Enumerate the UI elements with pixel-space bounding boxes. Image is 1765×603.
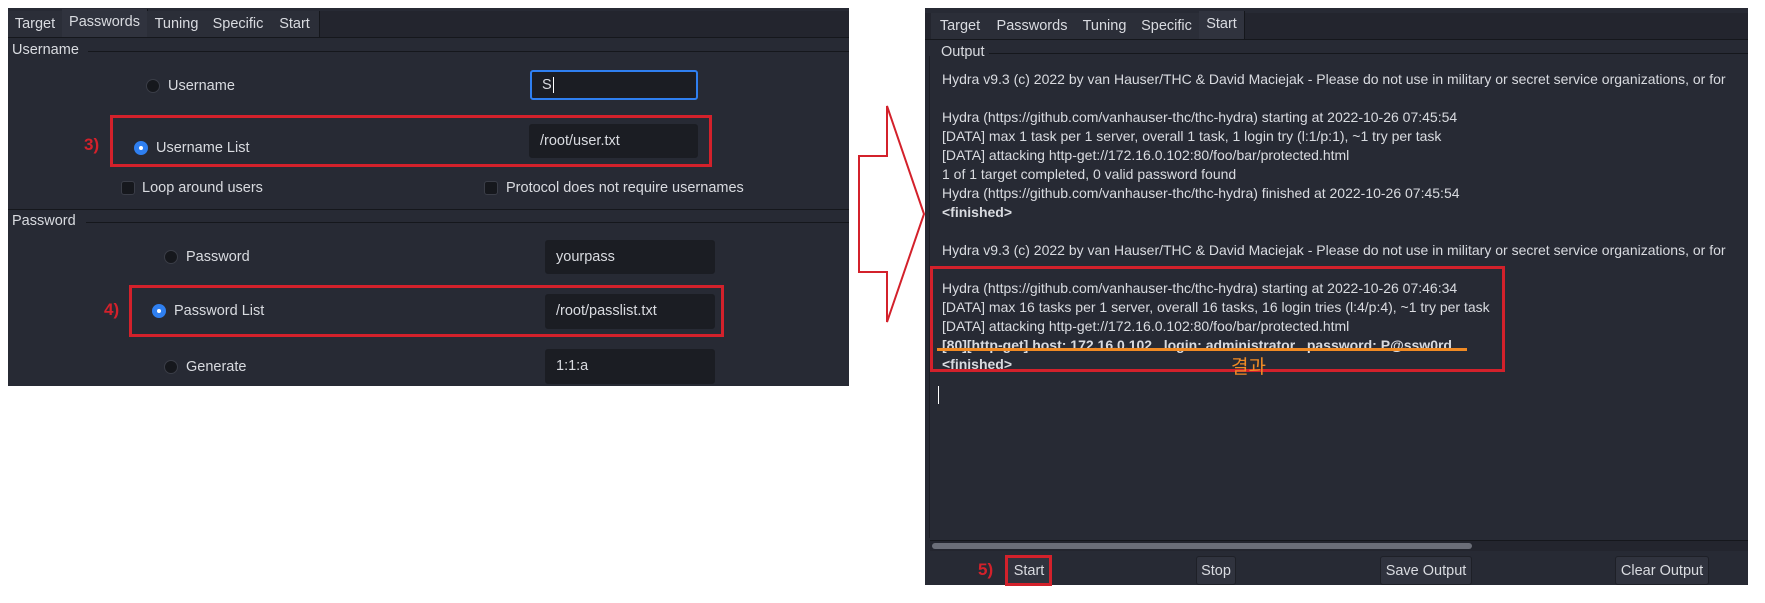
stop-button[interactable]: Stop (1196, 556, 1236, 585)
scrollbar-thumb[interactable] (932, 543, 1472, 549)
output-line: <finished> (942, 204, 1013, 220)
password-group-label: Password (12, 213, 76, 229)
generate-radio[interactable] (164, 360, 178, 374)
clear-output-button[interactable]: Clear Output (1615, 556, 1709, 585)
tab-tuning[interactable]: Tuning (147, 11, 207, 37)
username-value: S (542, 77, 552, 93)
tab-start[interactable]: Start (1199, 11, 1245, 39)
protocol-no-usernames-label: Protocol does not require usernames (506, 180, 744, 196)
output-line: [DATA] attacking http-get://172.16.0.102… (942, 147, 1350, 163)
generate-radio-label: Generate (186, 359, 247, 375)
tab-start[interactable]: Start (270, 11, 320, 37)
loop-around-users-checkbox[interactable] (121, 181, 135, 195)
tab-bar: Target Passwords Tuning Specific Start (8, 9, 849, 38)
output-group-divider (989, 53, 1748, 54)
step5-label: 5) (978, 560, 994, 579)
username-group-label: Username (12, 42, 79, 58)
output-line: [DATA] max 1 task per 1 server, overall … (942, 128, 1442, 144)
result-underline (937, 348, 1467, 351)
tab-target[interactable]: Target (8, 11, 63, 37)
tab-bar: Target Passwords Tuning Specific Start (925, 11, 1748, 40)
output-line: Hydra (https://github.com/vanhauser-thc/… (942, 185, 1460, 201)
generate-input[interactable]: 1:1:a (545, 349, 715, 384)
step4-label: 4) (104, 300, 120, 319)
horizontal-scrollbar[interactable] (930, 540, 1748, 551)
loop-around-users-label: Loop around users (142, 180, 263, 196)
tab-passwords[interactable]: Passwords (62, 9, 148, 37)
tab-specific[interactable]: Specific (1134, 13, 1200, 39)
output-line: Hydra v9.3 (c) 2022 by van Hauser/THC & … (942, 71, 1726, 87)
group-separator (8, 209, 849, 210)
right-arrow-icon (858, 105, 926, 323)
username-input[interactable]: S (530, 70, 698, 100)
protocol-no-usernames-checkbox[interactable] (484, 181, 498, 195)
password-input[interactable]: yourpass (545, 240, 715, 274)
output-line: Hydra v9.3 (c) 2022 by van Hauser/THC & … (942, 242, 1726, 258)
output-line: 1 of 1 target completed, 0 valid passwor… (942, 166, 1237, 182)
step4-highlight-box (129, 285, 724, 337)
username-radio-label: Username (168, 78, 235, 94)
text-cursor (938, 386, 939, 404)
password-radio-label: Password (186, 249, 250, 265)
output-line: Hydra (https://github.com/vanhauser-thc/… (942, 109, 1458, 125)
save-output-button[interactable]: Save Output (1380, 556, 1472, 585)
step3-label: 3) (84, 135, 100, 154)
result-label: 결과 (1231, 356, 1266, 378)
username-radio[interactable] (146, 79, 160, 93)
step3-highlight-box (110, 115, 712, 167)
result-highlight-box (930, 266, 1505, 372)
password-group-divider (86, 222, 849, 223)
tab-passwords[interactable]: Passwords (989, 13, 1076, 39)
password-radio[interactable] (164, 250, 178, 264)
tab-tuning[interactable]: Tuning (1075, 13, 1135, 39)
tab-specific[interactable]: Specific (206, 11, 271, 37)
step5-highlight-box (1005, 555, 1052, 586)
tab-target[interactable]: Target (931, 13, 990, 39)
username-group-divider (88, 51, 849, 52)
